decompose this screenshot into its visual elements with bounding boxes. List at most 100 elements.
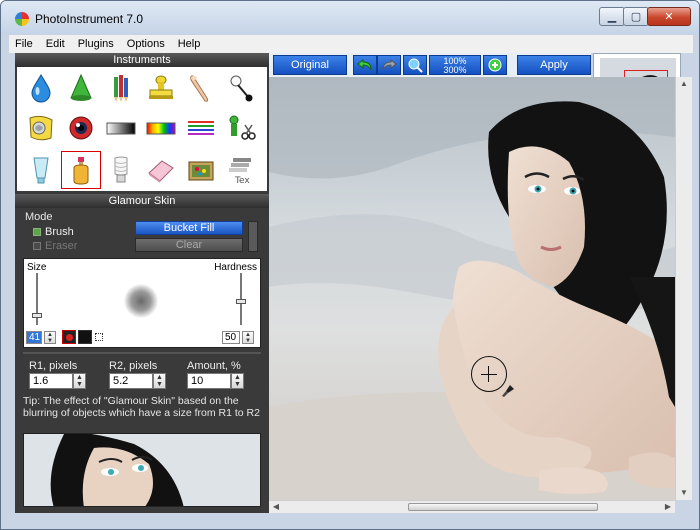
horizontal-scrollbar[interactable]: ◀ ▶ (269, 500, 675, 513)
tip-text: Tip: The effect of "Glamour Skin" based … (23, 395, 260, 419)
color-bar-icon[interactable] (141, 109, 181, 147)
menu-help[interactable]: Help (178, 38, 201, 50)
pencils-icon[interactable] (101, 69, 141, 107)
zoom-out-button[interactable] (403, 55, 427, 75)
hardness-slider[interactable] (236, 273, 246, 325)
brush-mode-label: Brush (45, 226, 74, 238)
tube-icon[interactable] (21, 151, 61, 189)
instruments-header: Instruments (15, 53, 269, 67)
vertical-scrollbar[interactable]: ▲ ▼ (675, 77, 692, 500)
green-cone-icon[interactable] (61, 69, 101, 107)
hardness-value[interactable]: 50 (222, 331, 240, 344)
hardness-label: Hardness (214, 262, 257, 273)
photo-canvas[interactable] (269, 77, 675, 500)
menu-file[interactable]: File (15, 38, 33, 50)
title-bar: PhotoInstrument 7.0 ▁ ▢ ✕ (1, 1, 699, 35)
zoom-in-button[interactable] (483, 55, 507, 75)
size-slider-thumb[interactable] (32, 313, 42, 318)
amount-label: Amount, % (187, 360, 241, 372)
close-icon: ✕ (664, 11, 674, 23)
mode-label: Mode (25, 211, 53, 223)
zoom-level[interactable]: 100% 300% (429, 55, 481, 75)
square-brush-shape[interactable] (78, 330, 92, 344)
minimize-button[interactable]: ▁ (599, 7, 625, 26)
horizontal-scrollbar-thumb[interactable] (408, 503, 598, 511)
selection-brush-shape[interactable] (95, 333, 103, 341)
bucket-fill-button[interactable]: Bucket Fill (135, 221, 243, 235)
red-eye-icon[interactable] (61, 109, 101, 147)
close-button[interactable]: ✕ (647, 7, 691, 26)
scroll-up-arrow-icon[interactable]: ▲ (676, 77, 692, 91)
amount-spinner[interactable]: ▲ ▼ (231, 373, 244, 389)
eraser-mode-radio[interactable]: Eraser (33, 240, 77, 252)
r2-input[interactable]: 5.2 (109, 373, 153, 389)
menu-options[interactable]: Options (127, 38, 165, 50)
r1-spinner[interactable]: ▲ ▼ (73, 373, 86, 389)
amount-input[interactable]: 10 (187, 373, 231, 389)
menu-bar: File Edit Plugins Options Help (9, 35, 693, 53)
cfl-bulb-icon[interactable] (101, 151, 141, 189)
undo-icon (357, 58, 372, 71)
size-slider[interactable] (32, 273, 42, 325)
app-window: PhotoInstrument 7.0 ▁ ▢ ✕ File Edit Plug… (0, 0, 700, 530)
hardness-slider-thumb[interactable] (236, 299, 246, 304)
stamp-icon[interactable] (141, 69, 181, 107)
redo-button[interactable] (377, 55, 401, 75)
radio-checked-icon (33, 228, 41, 236)
svg-text:Tex: Tex (234, 176, 250, 186)
window-title: PhotoInstrument 7.0 (35, 12, 144, 26)
app-logo-icon (15, 12, 29, 26)
text-layers-icon[interactable]: Tex (221, 151, 261, 189)
eraser-mode-label: Eraser (45, 240, 78, 252)
color-lines-icon[interactable] (181, 109, 221, 147)
undo-button[interactable] (353, 55, 377, 75)
menu-plugins[interactable]: Plugins (78, 38, 114, 50)
water-drop-icon[interactable] (21, 69, 61, 107)
texture-box-icon[interactable] (181, 151, 221, 189)
minimize-icon: ▁ (607, 11, 617, 23)
redo-icon (382, 58, 397, 71)
radio-unchecked-icon (33, 242, 41, 250)
brush-tool-cursor-icon (502, 385, 514, 397)
clear-button[interactable]: Clear (135, 238, 243, 252)
effect-preview-image (23, 433, 261, 507)
scroll-down-arrow-icon[interactable]: ▼ (676, 486, 692, 500)
divider (23, 352, 261, 354)
bottle-icon[interactable] (61, 151, 101, 189)
r1-input[interactable]: 1.6 (29, 373, 73, 389)
r1-label: R1, pixels (29, 360, 78, 372)
mode-scrollbar[interactable] (248, 221, 258, 252)
left-panel: Instruments Tex Glamour Skin Mode Brush … (15, 53, 269, 513)
size-value[interactable]: 41 (26, 331, 42, 344)
scroll-left-arrow-icon[interactable]: ◀ (269, 501, 283, 513)
finger-smudge-icon[interactable] (181, 69, 221, 107)
apply-button[interactable]: Apply (517, 55, 591, 75)
menu-edit[interactable]: Edit (46, 38, 65, 50)
zoom-in-icon (488, 58, 502, 72)
original-button[interactable]: Original (273, 55, 347, 75)
zoom-out-icon (408, 58, 423, 73)
warp-icon[interactable] (21, 109, 61, 147)
brush-settings-area: Size Hardness 41 ▲ ▼ 50 ▲ ▼ (23, 258, 261, 348)
zoom-level-bottom: 300% (443, 65, 467, 75)
r2-spinner[interactable]: ▲ ▼ (153, 373, 166, 389)
hardness-spinner[interactable]: ▲ ▼ (242, 331, 254, 344)
round-brush-shape[interactable] (62, 330, 76, 344)
pin-icon[interactable] (221, 69, 261, 107)
circle-icon (65, 333, 73, 341)
window-bottom-frame (1, 513, 699, 529)
maximize-button[interactable]: ▢ (623, 7, 649, 26)
toolbar: Original 100% 300% Apply (269, 53, 591, 77)
brush-mode-radio[interactable]: Brush (33, 226, 74, 238)
gradient-bar-icon[interactable] (101, 109, 141, 147)
instruments-grid: Tex (17, 67, 267, 191)
r2-label: R2, pixels (109, 360, 158, 372)
scroll-right-arrow-icon[interactable]: ▶ (661, 501, 675, 513)
brush-preview (124, 284, 158, 318)
size-spinner[interactable]: ▲ ▼ (44, 331, 56, 344)
glamour-skin-header: Glamour Skin (15, 194, 269, 208)
size-label: Size (27, 262, 47, 273)
eraser-icon[interactable] (141, 151, 181, 189)
maximize-icon: ▢ (630, 11, 642, 23)
clone-scissors-icon[interactable] (221, 109, 261, 147)
